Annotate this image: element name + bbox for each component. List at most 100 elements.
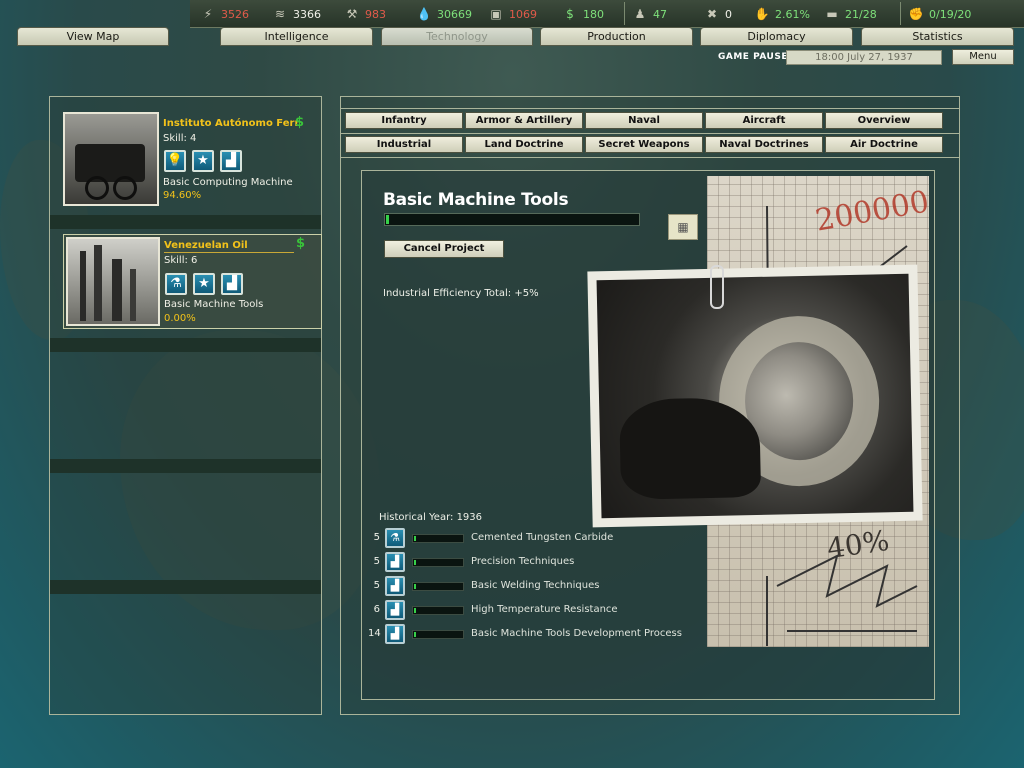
menu-button[interactable]: Menu [952, 49, 1014, 65]
cancel-project-button[interactable]: Cancel Project [384, 240, 504, 258]
rare-materials-value: 983 [365, 7, 386, 21]
resource-supplies: ▣ 1069 [488, 6, 537, 22]
category-infantry[interactable]: Infantry [345, 112, 463, 129]
supplies-icon: ▣ [490, 7, 502, 21]
requirement-name: Precision Techniques [471, 556, 575, 567]
paperclip-icon [710, 265, 724, 309]
tech-effect: Industrial Efficiency Total: +5% [383, 288, 539, 299]
requirement-progress-fill [414, 536, 416, 541]
category-naval[interactable]: Naval [585, 112, 703, 129]
research-slot-selected[interactable]: Venezuelan Oil $ Skill: 6 ⚗ ★ ▟ Basic Ma… [63, 234, 322, 329]
transports-icon: ✖ [706, 7, 718, 21]
tech-title: Basic Machine Tools [383, 190, 569, 210]
dissent-icon: ✋ [754, 7, 770, 21]
supplies-value: 1069 [509, 7, 537, 21]
team-skill: Skill: 6 [164, 255, 198, 266]
requirement-progress-bar [412, 534, 464, 543]
tab-intelligence[interactable]: Intelligence [220, 27, 373, 46]
resource-energy: ⚡ 3526 [200, 6, 249, 22]
tab-diplomacy[interactable]: Diplomacy [700, 27, 853, 46]
tab-technology[interactable]: Technology [381, 27, 533, 46]
tech-photo [587, 264, 923, 528]
slot-divider [50, 215, 321, 229]
team-name-underline [164, 252, 294, 253]
requirement-level: 5 [373, 580, 380, 591]
resource-rare-materials: ⚒ 983 [344, 6, 386, 22]
category-divider [340, 108, 960, 109]
resource-escorts: ✊ 0/19/20 [908, 6, 972, 22]
requirement-level: 5 [373, 532, 380, 543]
requirement-progress-bar [412, 606, 464, 615]
category-naval-doctrines[interactable]: Naval Doctrines [705, 136, 823, 153]
convoys-value: 21/28 [845, 7, 877, 21]
money-icon: $ [296, 236, 306, 251]
tech-photo-image [596, 273, 914, 519]
flask-icon: ⚗ [165, 273, 187, 295]
requirement-progress-bar [412, 582, 464, 591]
escorts-icon: ✊ [908, 7, 924, 21]
team-progress: 94.60% [163, 190, 202, 201]
requirement-progress-bar [412, 558, 464, 567]
category-industrial[interactable]: Industrial [345, 136, 463, 153]
energy-icon: ⚡ [203, 7, 213, 21]
requirement-progress-fill [414, 560, 416, 565]
team-project: Basic Computing Machine [163, 177, 293, 188]
rare-materials-icon: ⚒ [346, 7, 358, 21]
team-progress: 0.00% [164, 313, 196, 324]
requirement-name: Basic Welding Techniques [471, 580, 600, 591]
game-paused-label: GAME PAUSED [718, 52, 796, 62]
team-name: Instituto Autónomo Ferr [163, 118, 300, 129]
escorts-value: 0/19/20 [929, 7, 972, 21]
team-name: Venezuelan Oil [164, 240, 248, 251]
category-land-doctrine[interactable]: Land Doctrine [465, 136, 583, 153]
tab-view-map[interactable]: View Map [17, 27, 169, 46]
slot-divider [50, 338, 321, 352]
blueprint-icon[interactable]: ▦ [668, 214, 698, 240]
resource-transports: ✖ 0 [704, 6, 732, 22]
factory-icon: ▟ [220, 150, 242, 172]
research-slot-empty[interactable] [50, 352, 321, 458]
team-photo [63, 112, 159, 206]
requirement-progress-fill [414, 584, 416, 589]
metal-value: 3366 [293, 7, 321, 21]
money-value: 180 [583, 7, 604, 21]
category-aircraft[interactable]: Aircraft [705, 112, 823, 129]
factory-icon: ▟ [385, 552, 405, 572]
category-overview[interactable]: Overview [825, 112, 943, 129]
slot-divider [50, 459, 321, 473]
requirement-level: 5 [373, 556, 380, 567]
research-slot[interactable]: Instituto Autónomo Ferr $ Skill: 4 💡 ★ ▟… [49, 97, 320, 208]
tab-statistics[interactable]: Statistics [861, 27, 1014, 46]
resource-bar: ⚡ 3526 ≋ 3366 ⚒ 983 💧 30669 ▣ 1069 $ 180… [190, 0, 1024, 28]
requirement-level: 14 [368, 628, 381, 639]
metal-icon: ≋ [274, 7, 286, 21]
category-air-doctrine[interactable]: Air Doctrine [825, 136, 943, 153]
requirement-row: 6 ▟ High Temperature Resistance [368, 600, 688, 620]
tab-production[interactable]: Production [540, 27, 693, 46]
money-icon: $ [295, 115, 305, 130]
requirement-row: 14 ▟ Basic Machine Tools Development Pro… [368, 624, 688, 644]
game-date: 18:00 July 27, 1937 [786, 50, 942, 65]
category-secret-weapons[interactable]: Secret Weapons [585, 136, 703, 153]
separator [624, 2, 625, 25]
category-armor-artillery[interactable]: Armor & Artillery [465, 112, 583, 129]
resource-convoys: ▬ 21/28 [824, 6, 877, 22]
factory-icon: ▟ [221, 273, 243, 295]
category-divider [340, 157, 960, 158]
transports-value: 0 [725, 7, 732, 21]
star-icon: ★ [192, 150, 214, 172]
requirement-name: Cemented Tungsten Carbide [471, 532, 614, 543]
star-icon: ★ [193, 273, 215, 295]
historical-year: Historical Year: 1936 [379, 512, 483, 523]
team-photo [66, 237, 160, 326]
resource-money: $ 180 [562, 6, 604, 22]
convoys-icon: ▬ [826, 7, 838, 21]
requirement-progress-fill [414, 632, 416, 637]
factory-icon: ▟ [385, 624, 405, 644]
dissent-value: 2.61% [775, 7, 810, 21]
requirement-level: 6 [373, 604, 380, 615]
requirement-name: Basic Machine Tools Development Process [471, 628, 682, 639]
flask-icon: ⚗ [385, 528, 405, 548]
resource-manpower: ♟ 47 [632, 6, 667, 22]
research-slot-empty[interactable] [50, 473, 321, 579]
